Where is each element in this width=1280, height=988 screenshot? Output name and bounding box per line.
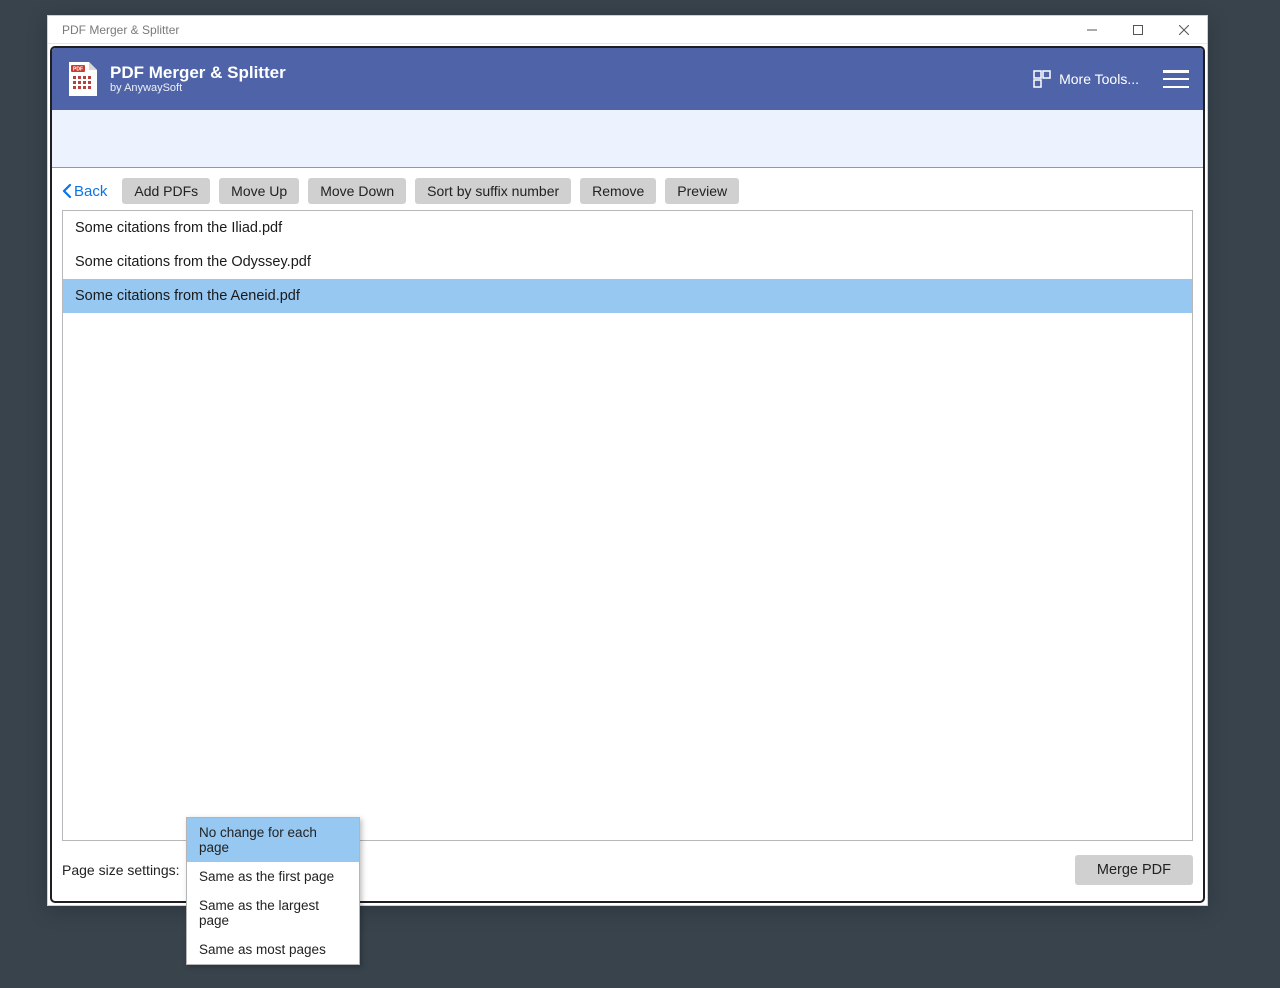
close-button[interactable]: [1161, 16, 1207, 43]
page-size-label: Page size settings:: [62, 862, 180, 878]
file-row[interactable]: Some citations from the Odyssey.pdf: [63, 245, 1192, 279]
app-header: PDF PDF Merger & Splitter by AnywaySoft: [52, 48, 1203, 110]
app-subtitle: by AnywaySoft: [110, 82, 1033, 94]
move-down-button[interactable]: Move Down: [308, 178, 406, 204]
window-title: PDF Merger & Splitter: [62, 23, 179, 37]
title-bar: PDF Merger & Splitter: [48, 16, 1207, 44]
svg-text:PDF: PDF: [73, 67, 83, 73]
menu-button[interactable]: [1163, 70, 1189, 88]
header-actions: More Tools...: [1033, 70, 1189, 88]
back-link[interactable]: Back: [62, 183, 107, 200]
sort-by-suffix-button[interactable]: Sort by suffix number: [415, 178, 571, 204]
app-titles: PDF Merger & Splitter by AnywaySoft: [110, 64, 1033, 95]
hamburger-icon: [1163, 70, 1189, 73]
back-label: Back: [74, 183, 107, 200]
maximize-icon: [1133, 25, 1143, 35]
preview-button[interactable]: Preview: [665, 178, 739, 204]
file-row[interactable]: Some citations from the Iliad.pdf: [63, 211, 1192, 245]
file-row[interactable]: Some citations from the Aeneid.pdf: [63, 279, 1192, 313]
chevron-left-icon: [62, 184, 72, 198]
window-controls: [1069, 16, 1207, 43]
move-up-button[interactable]: Move Up: [219, 178, 299, 204]
app-logo-icon: PDF: [66, 63, 98, 95]
merge-pdf-button[interactable]: Merge PDF: [1075, 855, 1193, 885]
remove-button[interactable]: Remove: [580, 178, 656, 204]
minimize-button[interactable]: [1069, 16, 1115, 43]
banner-area: [52, 110, 1203, 168]
close-icon: [1179, 25, 1189, 35]
app-body: PDF PDF Merger & Splitter by AnywaySoft: [50, 46, 1205, 903]
grid-icon: [1033, 70, 1051, 88]
more-tools-button[interactable]: More Tools...: [1033, 70, 1139, 88]
dropdown-item[interactable]: No change for each page: [187, 818, 359, 862]
maximize-button[interactable]: [1115, 16, 1161, 43]
minimize-icon: [1087, 25, 1097, 35]
main-area: Some citations from the Iliad.pdfSome ci…: [52, 210, 1203, 901]
more-tools-label: More Tools...: [1059, 71, 1139, 87]
add-pdfs-button[interactable]: Add PDFs: [122, 178, 210, 204]
dropdown-item[interactable]: Same as most pages: [187, 935, 359, 964]
toolbar: Back Add PDFs Move Up Move Down Sort by …: [52, 168, 1203, 210]
dropdown-item[interactable]: Same as the first page: [187, 862, 359, 891]
app-title: PDF Merger & Splitter: [110, 64, 1033, 83]
app-window: PDF Merger & Splitter PDF: [47, 15, 1208, 906]
dropdown-item[interactable]: Same as the largest page: [187, 891, 359, 935]
page-size-dropdown[interactable]: No change for each pageSame as the first…: [186, 817, 360, 965]
file-list[interactable]: Some citations from the Iliad.pdfSome ci…: [62, 210, 1193, 841]
